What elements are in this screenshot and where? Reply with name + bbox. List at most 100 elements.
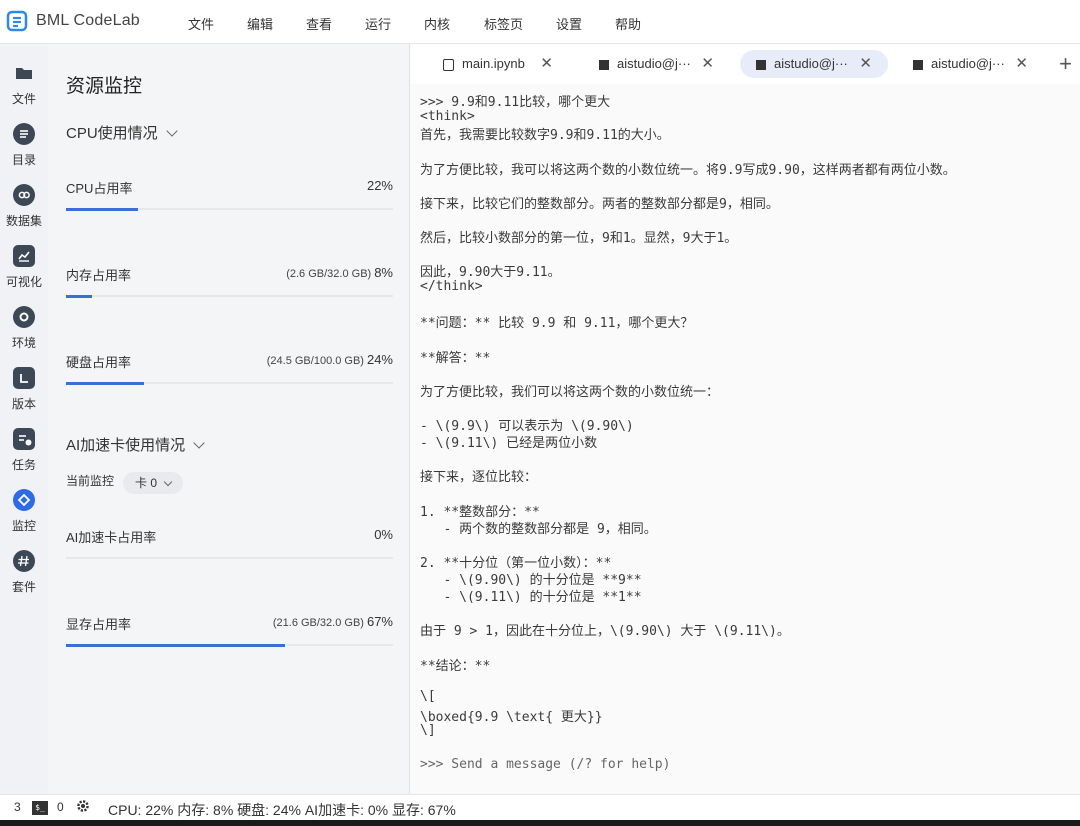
sidebar-item-label: 版本	[11, 397, 36, 411]
sidebar-item-suite[interactable]: 套件	[0, 550, 48, 606]
chevron-down-icon	[163, 477, 173, 487]
tab-label: aistudio@j···	[931, 56, 1005, 71]
resource-monitor-panel: 资源监控 CPU使用情况 CPU占用率 22% 内存占用率 (2.6 GB/32…	[48, 44, 410, 794]
sidebar-item-label: 可视化	[5, 275, 42, 289]
terminal-line: 接下来，比较它们的整数部分。两者的整数部分都是9，相同。	[420, 197, 779, 212]
sidebar-item-label: 任务	[11, 458, 36, 472]
terminal-line: \boxed{9.9 \text{ 更大}}	[420, 710, 603, 725]
tab-label: aistudio@j···	[617, 56, 691, 71]
kernel-count[interactable]: 0	[57, 800, 64, 814]
progress-track	[66, 557, 393, 559]
metric-detail: (21.6 GB/32.0 GB)	[272, 617, 364, 629]
sidebar-item-version[interactable]: 版本	[0, 367, 48, 423]
tab-label: aistudio@j···	[774, 56, 848, 71]
close-icon[interactable]: ✕	[859, 50, 872, 78]
metric-value: 0%	[371, 527, 393, 542]
metric-label: 内存占用率	[66, 268, 132, 283]
menu-edit[interactable]: 编辑	[247, 14, 273, 33]
terminal-line: <think>	[420, 109, 475, 124]
progress-track	[66, 382, 393, 385]
metric-label: CPU占用率	[66, 181, 133, 196]
metric-percent: 22%	[366, 178, 393, 193]
sidebar-item-label: 数据集	[5, 214, 42, 228]
gear-icon[interactable]	[76, 799, 90, 813]
menu-settings[interactable]: 设置	[556, 14, 582, 33]
sidebar-item-environment[interactable]: 环境	[0, 306, 48, 362]
terminal-line: - \(9.11\) 已经是两位小数	[420, 436, 598, 451]
terminal-line: - \(9.11\) 的十分位是 **1**	[420, 590, 642, 605]
sidebar-item-files[interactable]: 文件	[0, 62, 48, 118]
menu-view[interactable]: 查看	[306, 14, 332, 33]
task-icon	[13, 428, 35, 450]
progress-track	[66, 644, 393, 647]
metric-vram: 显存占用率 (21.6 GB/32.0 GB) 67%	[66, 614, 393, 674]
sidebar-item-task[interactable]: 任务	[0, 428, 48, 484]
cpu-section-header[interactable]: CPU使用情况	[66, 122, 178, 143]
metric-label: 显存占用率	[66, 617, 132, 632]
terminal-output[interactable]: >>> 9.9和9.11比较，哪个更大 <think> 首先，我需要比较数字9.…	[411, 84, 1080, 781]
card-select[interactable]: 卡 0	[123, 472, 183, 494]
terminal-prompt[interactable]: >>> Send a message (/? for help)	[420, 757, 670, 772]
sidebar-item-label: 套件	[11, 580, 36, 594]
codelab-logo-icon	[6, 10, 28, 32]
terminal-line: 由于 9 > 1，因此在十分位上，\(9.90\) 大于 \(9.11\)。	[420, 624, 790, 639]
metric-value: (2.6 GB/32.0 GB) 8%	[286, 265, 393, 280]
terminal-line: \]	[420, 723, 436, 738]
menu-file[interactable]: 文件	[188, 14, 214, 33]
sidebar-item-dataset[interactable]: 数据集	[0, 184, 48, 240]
sidebar-item-monitor[interactable]: 监控	[0, 489, 48, 545]
notebook-icon	[443, 58, 454, 71]
metric-percent: 8%	[374, 265, 393, 280]
terminal-line: >>> 9.9和9.11比较，哪个更大	[420, 95, 611, 110]
terminal-line: **问题：** 比较 9.9 和 9.11，哪个更大？	[420, 316, 694, 331]
close-icon[interactable]: ✕	[540, 50, 553, 78]
terminal-icon	[913, 59, 923, 70]
sidebar-item-label: 目录	[11, 153, 36, 167]
terminal-count[interactable]: 3	[14, 800, 21, 814]
terminal-line: \[	[420, 689, 436, 704]
terminal-icon[interactable]: $_	[32, 801, 48, 815]
menu-help[interactable]: 帮助	[615, 14, 641, 33]
metric-label: 硬盘占用率	[66, 355, 132, 370]
tab-label: main.ipynb	[462, 56, 525, 71]
cpu-section-title: CPU使用情况	[66, 125, 158, 142]
sidebar-item-visualization[interactable]: 可视化	[0, 245, 48, 301]
terminal-line: **结论：**	[420, 659, 491, 674]
tab-terminal-1[interactable]: aistudio@j··· ✕	[589, 50, 724, 78]
close-icon[interactable]: ✕	[701, 50, 714, 78]
ai-section-header[interactable]: AI加速卡使用情况	[66, 434, 205, 455]
tab-terminal-3[interactable]: aistudio@j··· ✕	[903, 50, 1038, 78]
progress-fill	[66, 644, 285, 647]
close-icon[interactable]: ✕	[1015, 50, 1028, 78]
tab-main-ipynb[interactable]: main.ipynb ✕	[433, 50, 563, 78]
add-tab-button[interactable]: +	[1059, 50, 1072, 78]
tab-terminal-2[interactable]: aistudio@j··· ✕	[740, 50, 888, 78]
terminal-line: 为了方便比较，我们可以将这两个数的小数位统一：	[420, 385, 720, 400]
metric-cpu: CPU占用率 22%	[66, 178, 393, 238]
chevron-down-icon	[166, 125, 178, 137]
editor-tab-bar: main.ipynb ✕ aistudio@j··· ✕ aistudio@j·…	[411, 44, 1080, 84]
progress-track	[66, 295, 393, 298]
progress-fill	[66, 295, 92, 298]
metric-percent: 0%	[374, 527, 393, 542]
metric-value: 22%	[364, 178, 393, 193]
menu-bar: BML CodeLab 文件 编辑 查看 运行 内核 标签页 设置 帮助	[0, 0, 1080, 44]
menu-kernel[interactable]: 内核	[424, 14, 450, 33]
metric-value: (21.6 GB/32.0 GB) 67%	[273, 614, 393, 629]
metric-percent: 67%	[366, 614, 393, 629]
menu-run[interactable]: 运行	[365, 14, 391, 33]
sidebar-item-toc[interactable]: 目录	[0, 123, 48, 179]
terminal-line: 首先，我需要比较数字9.9和9.11的大小。	[420, 128, 670, 143]
chart-icon	[13, 245, 35, 267]
card-select-value: 卡 0	[135, 476, 158, 490]
status-bar: 3 $_ 0 CPU: 22% 内存: 8% 硬盘: 24% AI加速卡: 0%…	[0, 794, 1080, 820]
terminal-line: - 两个数的整数部分都是 9，相同。	[420, 522, 657, 537]
sidebar-item-label: 监控	[11, 519, 36, 533]
metric-detail: (2.6 GB/32.0 GB)	[286, 268, 372, 280]
terminal-line: **解答：**	[420, 351, 491, 366]
terminal-icon	[599, 59, 609, 70]
menu-tabs[interactable]: 标签页	[484, 14, 523, 33]
terminal-line: 接下来，逐位比较：	[420, 470, 538, 485]
terminal-line: 因此，9.90大于9.11。	[420, 265, 561, 280]
resource-summary: CPU: 22% 内存: 8% 硬盘: 24% AI加速卡: 0% 显存: 67…	[108, 802, 456, 818]
